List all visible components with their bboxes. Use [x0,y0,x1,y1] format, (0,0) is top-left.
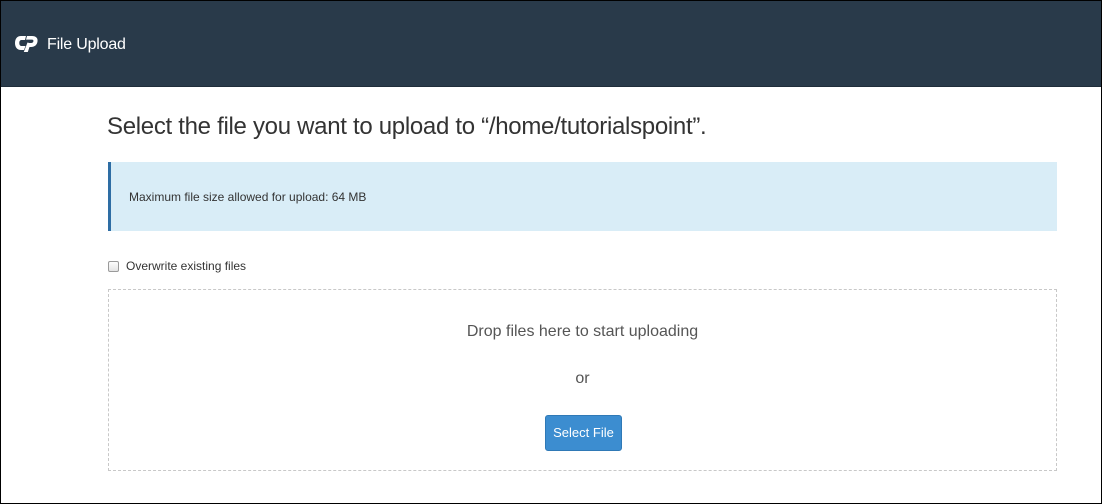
info-alert: Maximum file size allowed for upload: 64… [108,162,1057,231]
max-file-size-message: Maximum file size allowed for upload: 64… [129,190,367,204]
overwrite-label[interactable]: Overwrite existing files [126,259,246,273]
overwrite-option[interactable]: Overwrite existing files [108,259,246,273]
page-heading: Select the file you want to upload to “/… [107,113,707,140]
dropzone-prompt: Drop files here to start uploading [466,323,699,340]
upload-window: File Upload Select the file you want to … [0,0,1102,504]
file-dropzone[interactable]: Drop files here to start uploading or Se… [108,289,1057,471]
dropzone-separator: or [575,370,590,387]
select-file-button[interactable]: Select File [545,415,622,451]
app-title: File Upload [47,36,126,53]
cpanel-logo-icon [15,36,38,52]
top-bar: File Upload [1,1,1101,87]
overwrite-checkbox[interactable] [108,260,119,272]
